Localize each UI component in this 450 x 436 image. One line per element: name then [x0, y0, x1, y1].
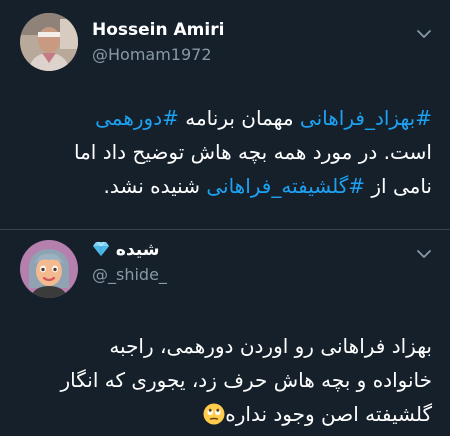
tweet-text-segment: است. در مورد همه بچه هاش توضیح داد اما [74, 140, 432, 164]
tweet-text-segment: بهزاد فراهانی رو اوردن دورهمی، راجبه [109, 334, 432, 358]
eye-roll-face-icon [203, 401, 225, 425]
avatar[interactable] [20, 240, 78, 298]
tweet-line: #بهزاد_فراهانی مهمان برنامه #دورهمی [18, 101, 432, 135]
hashtag-link[interactable]: #گلشیفته_فراهانی [206, 174, 365, 198]
author-name[interactable]: Hossein Amiri [92, 20, 224, 40]
tweet-line: است. در مورد همه بچه هاش توضیح داد اما [18, 135, 432, 169]
tweet-text-segment: مهمان برنامه [178, 106, 300, 130]
tweet-line: گلشیفته اصن وجود نداره [18, 397, 432, 431]
avatar[interactable] [20, 13, 78, 71]
hashtag-link[interactable]: #دورهمی [95, 106, 179, 130]
tweet-text: بهزاد فراهانی رو اوردن دورهمی، راجبه خان… [18, 329, 432, 431]
author-handle[interactable]: @_shide_ [92, 265, 167, 284]
tweet-text-segment: خانواده و بچه هاش حرف زد، یجوری که انگار [60, 368, 432, 392]
tweet-line: نامی از #گلشیفته_فراهانی شنیده نشد. [18, 169, 432, 203]
tweet[interactable]: Hossein Amiri @Homam1972 #بهزاد_فراهانی … [0, 0, 450, 229]
author-name[interactable]: شیده [92, 240, 159, 260]
tweet-text: #بهزاد_فراهانی مهمان برنامه #دورهمی است.… [18, 101, 432, 203]
tweet[interactable]: شیده @_shide_ بهزاد فراهانی رو اوردن دور… [0, 229, 450, 436]
chevron-down-icon[interactable] [414, 244, 434, 264]
tweet-line: خانواده و بچه هاش حرف زد، یجوری که انگار [18, 363, 432, 397]
tweet-text-segment: گلشیفته اصن وجود نداره [225, 402, 432, 426]
tweet-line: بهزاد فراهانی رو اوردن دورهمی، راجبه [18, 329, 432, 363]
author-name-text: شیده [115, 240, 160, 260]
chevron-down-icon[interactable] [414, 24, 434, 44]
tweet-text-segment: شنیده نشد. [103, 174, 207, 198]
tweet-text-segment: نامی از [365, 174, 432, 198]
gem-icon [92, 241, 110, 257]
author-handle[interactable]: @Homam1972 [92, 45, 212, 64]
hashtag-link[interactable]: #بهزاد_فراهانی [300, 106, 432, 130]
